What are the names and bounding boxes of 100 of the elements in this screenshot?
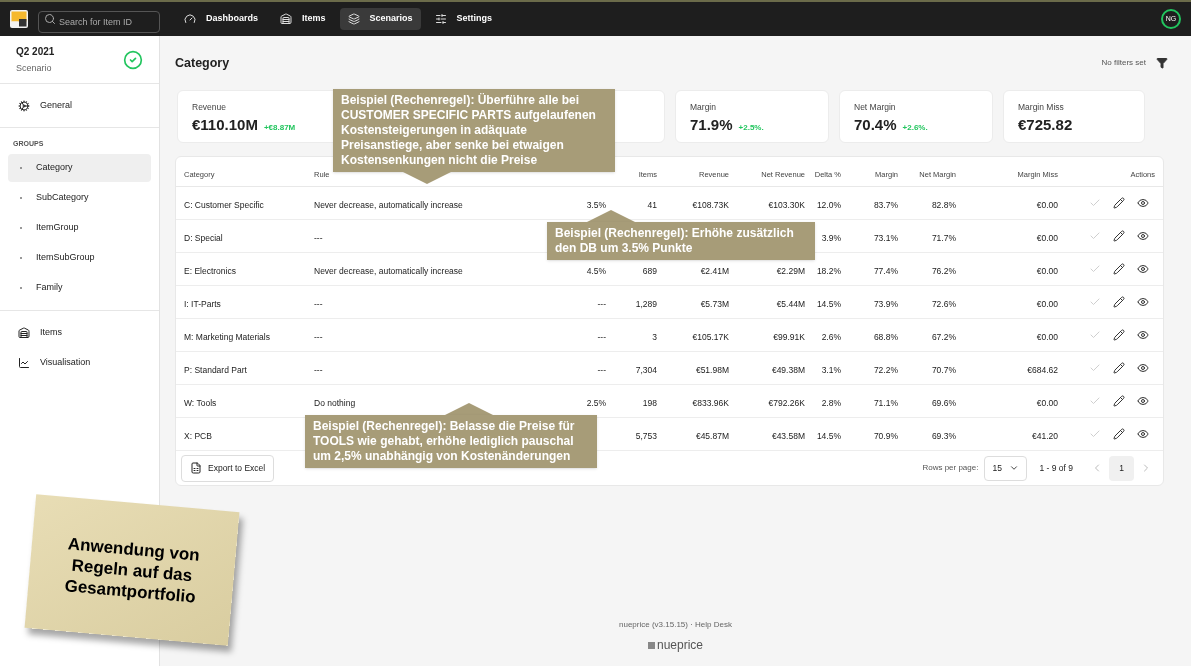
pencil-icon[interactable]	[1113, 296, 1125, 308]
table-cell: 71.1%	[873, 398, 898, 408]
export-button[interactable]: Export to Excel	[181, 454, 275, 482]
check-icon[interactable]	[1089, 230, 1101, 242]
table-cell: W: Tools	[184, 398, 217, 408]
pencil-icon[interactable]	[1113, 197, 1125, 209]
layers-icon	[347, 13, 360, 25]
table-cell: €105.17K	[692, 332, 729, 342]
table-cell: €5.73M	[700, 299, 729, 309]
kpi-label: Net Margin	[854, 101, 897, 114]
table-cell: ---	[597, 365, 606, 375]
sidebar-item[interactable]: Category	[8, 153, 151, 182]
check-icon[interactable]	[1089, 197, 1101, 209]
table-cell: 18.2%	[816, 266, 841, 276]
table-cell: 76.2%	[931, 266, 956, 276]
table-cell: €51.98M	[695, 365, 729, 375]
table-cell: 67.2%	[931, 332, 956, 342]
table-cell: 3.1%	[821, 365, 841, 375]
gauge-icon	[184, 13, 196, 25]
table-cell: €43.58M	[771, 431, 805, 441]
table-cell: 2.8%	[821, 398, 841, 408]
table-cell: 14.5%	[816, 431, 841, 441]
table-cell: 4.5%	[586, 266, 606, 276]
table-cell: M: Marketing Materials	[184, 332, 270, 342]
eye-icon[interactable]	[1137, 197, 1149, 209]
check-icon[interactable]	[1089, 362, 1101, 374]
callout: Beispiel (Rechenregel): Erhöhe zusätzlich den DB um 3.5% Punkte	[547, 210, 815, 260]
table-cell: €833.96K	[692, 398, 729, 408]
eye-icon[interactable]	[1137, 329, 1149, 341]
table-cell: 14.5%	[816, 299, 841, 309]
table-cell: ---	[314, 299, 323, 309]
table-cell: €792.26K	[768, 398, 805, 408]
chart-icon	[18, 356, 30, 369]
eye-icon[interactable]	[1137, 428, 1149, 440]
pencil-icon[interactable]	[1113, 230, 1125, 242]
eye-icon[interactable]	[1137, 230, 1149, 242]
sidebar-item[interactable]: Family	[8, 273, 151, 302]
table-cell: 69.6%	[931, 398, 956, 408]
warehouse-icon	[280, 13, 292, 25]
sidebar-item[interactable]: ItemGroup	[8, 213, 151, 242]
check-icon[interactable]	[1089, 395, 1101, 407]
table-cell: D: Special	[184, 233, 223, 243]
rows-per-page-label: Rows per page:	[922, 462, 979, 474]
table-cell: 12.0%	[816, 200, 841, 210]
kpi-value: €725.82	[1018, 114, 1073, 135]
nav-tab[interactable]: Dashboards	[176, 8, 266, 30]
table-cell: €0.00	[1036, 299, 1058, 309]
page-button[interactable]: 1	[1109, 455, 1134, 481]
eye-icon[interactable]	[1137, 362, 1149, 374]
table-cell: 82.8%	[931, 200, 956, 210]
pencil-icon[interactable]	[1113, 263, 1125, 275]
sidebar-item[interactable]: ItemSubGroup	[8, 243, 151, 272]
table-cell: €41.20	[1032, 431, 1058, 441]
check-icon[interactable]	[1089, 329, 1101, 341]
table-cell: C: Customer Specific	[184, 200, 264, 210]
nav-tab[interactable]: Scenarios	[339, 8, 421, 30]
table-cell: ---	[314, 233, 323, 243]
table-cell: €684.62	[1027, 365, 1058, 375]
pencil-icon[interactable]	[1113, 395, 1125, 407]
pencil-icon[interactable]	[1113, 329, 1125, 341]
kpi-value: 71.9%	[690, 114, 733, 135]
eye-icon[interactable]	[1137, 296, 1149, 308]
check-icon[interactable]	[1089, 263, 1101, 275]
eye-icon[interactable]	[1137, 263, 1149, 275]
chevron-down-icon	[1009, 463, 1020, 473]
sidebar-item[interactable]: Items	[8, 318, 151, 347]
eye-icon[interactable]	[1137, 395, 1149, 407]
rows-per-page-select[interactable]: 15	[984, 455, 1028, 481]
table-cell: €2.29M	[776, 266, 805, 276]
search-icon	[44, 13, 56, 25]
table-cell: 3	[652, 332, 657, 342]
table-cell: 41	[647, 200, 657, 210]
pencil-icon[interactable]	[1113, 428, 1125, 440]
pencil-icon[interactable]	[1113, 362, 1125, 374]
table-cell: ---	[597, 332, 606, 342]
page-title: Category	[175, 54, 230, 72]
sidebar-item[interactable]: General	[8, 98, 83, 113]
table-cell: P: Standard Part	[184, 365, 247, 375]
table-cell: Do nothing	[314, 398, 356, 408]
table-cell: 72.2%	[873, 365, 898, 375]
filter-icon[interactable]	[1156, 57, 1168, 69]
table-cell: €2.41M	[700, 266, 729, 276]
check-icon[interactable]	[1089, 428, 1101, 440]
table-cell: 73.9%	[873, 299, 898, 309]
sticky-note: Anwendung von Regeln auf das Gesamtportfolio	[24, 494, 240, 646]
table-cell: 5,753	[635, 431, 657, 441]
table-cell: 3.9%	[821, 233, 841, 243]
check-icon[interactable]	[1089, 296, 1101, 308]
table-cell: 72.6%	[931, 299, 956, 309]
file-icon	[190, 462, 202, 474]
scenario-title: Q2 2021	[16, 44, 55, 59]
nav-tab[interactable]: Settings	[426, 8, 501, 30]
nav-tab[interactable]: Items	[272, 8, 334, 30]
search-field[interactable]: Search for Item ID	[38, 11, 160, 33]
table-cell: Never decrease, automatically increase	[314, 266, 463, 276]
sidebar-item[interactable]: Visualisation	[8, 348, 151, 377]
table-cell: €0.00	[1036, 398, 1058, 408]
sidebar-item[interactable]: SubCategory	[8, 183, 151, 212]
kpi-delta: +€8.87M	[263, 121, 296, 134]
table-cell: 2.6%	[821, 332, 841, 342]
